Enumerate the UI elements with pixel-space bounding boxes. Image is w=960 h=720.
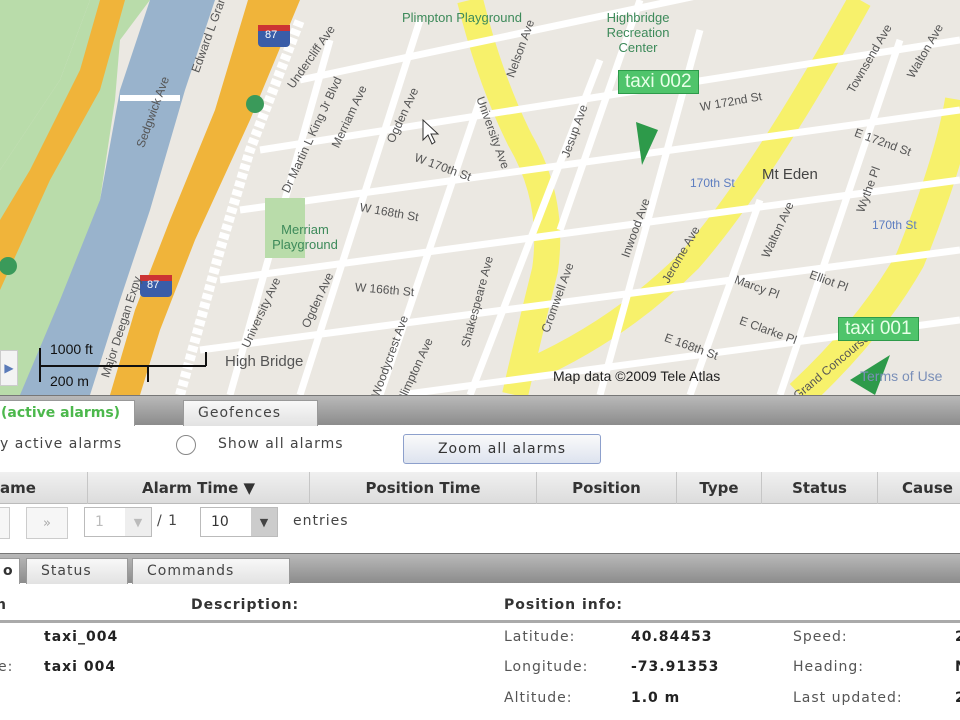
- details-header: n: [0, 597, 7, 613]
- column-position-time[interactable]: Position Time: [310, 472, 537, 504]
- detail-tab-bar: o Status Commands: [0, 553, 960, 584]
- scale-feet: 1000 ft: [50, 341, 93, 357]
- map-copyright: Map data ©2009 Tele Atlas: [553, 368, 721, 384]
- device-name-value: taxi 004: [44, 659, 117, 675]
- last-updated-label: Last updated:: [793, 690, 903, 706]
- altitude-value: 1.0 m: [631, 690, 681, 706]
- page-size-value: 10: [211, 514, 229, 530]
- previous-page-button[interactable]: [0, 507, 10, 539]
- longitude-label: Longitude:: [504, 659, 589, 675]
- pan-right-button[interactable]: ▶: [0, 350, 18, 386]
- tab-status[interactable]: Status: [26, 558, 128, 584]
- chevron-down-icon: ▼: [125, 508, 151, 536]
- last-updated-value: 2: [955, 690, 960, 706]
- taxi-marker-label[interactable]: taxi 002: [618, 70, 699, 94]
- mouse-cursor-icon: [422, 118, 440, 145]
- map-label: High Bridge: [225, 353, 304, 370]
- speed-label: Speed:: [793, 629, 848, 645]
- entries-label: entries: [293, 513, 349, 529]
- interstate-shield-icon: 87: [147, 279, 160, 291]
- column-alarm-time[interactable]: Alarm Time ▼: [88, 472, 310, 504]
- description-header: Description:: [191, 597, 300, 613]
- taxi-marker-label[interactable]: taxi 001: [838, 317, 919, 341]
- map-scale: 1000 ft 200 m: [38, 338, 208, 389]
- terms-link[interactable]: Terms of Use: [860, 368, 942, 384]
- map-label: Mt Eden: [762, 166, 818, 183]
- column-name[interactable]: ame: [0, 472, 88, 504]
- tab-info[interactable]: o: [0, 558, 20, 584]
- tab-alarms[interactable]: (active alarms): [0, 400, 136, 426]
- latitude-label: Latitude:: [504, 629, 576, 645]
- map-label: 170th St: [690, 176, 735, 190]
- last-page-button[interactable]: »: [26, 507, 68, 539]
- map-label: 170th St: [872, 218, 917, 232]
- map-label: Plimpton Playground: [402, 10, 522, 25]
- alarm-tab-bar: (active alarms) Geofences: [0, 395, 960, 426]
- page-total: / 1: [157, 513, 179, 529]
- map-label: Merriam Playground: [272, 222, 338, 252]
- position-info-header: Position info:: [504, 597, 624, 613]
- column-cause[interactable]: Cause: [878, 472, 960, 504]
- scale-meters: 200 m: [50, 373, 89, 389]
- page-value: 1: [95, 514, 104, 530]
- heading-label: Heading:: [793, 659, 864, 675]
- speed-value: 2: [955, 629, 960, 645]
- divider: [0, 620, 960, 623]
- arrow-right-icon: ▶: [4, 361, 14, 375]
- only-active-alarms-label[interactable]: y active alarms: [0, 436, 122, 452]
- alarms-table-header: ame Alarm Time ▼ Position Time Position …: [0, 472, 960, 504]
- interstate-shield-icon: 87: [265, 29, 278, 41]
- show-all-alarms-label[interactable]: Show all alarms: [218, 436, 344, 452]
- altitude-label: Altitude:: [504, 690, 573, 706]
- page-select[interactable]: 1 ▼: [84, 507, 152, 537]
- column-position[interactable]: Position: [537, 472, 677, 504]
- column-status[interactable]: Status: [762, 472, 878, 504]
- device-name-label: e:: [0, 659, 14, 675]
- device-id-value: taxi_004: [44, 629, 119, 645]
- tab-commands[interactable]: Commands: [132, 558, 290, 584]
- map-label: Highbridge Recreation Center: [606, 10, 670, 55]
- page-size-select[interactable]: 10 ▼: [200, 507, 278, 537]
- map[interactable]: Plimpton Playground Highbridge Recreatio…: [0, 0, 960, 395]
- zoom-all-alarms-button[interactable]: Zoom all alarms: [403, 434, 601, 464]
- map-roads: [0, 0, 960, 395]
- latitude-value: 40.84453: [631, 629, 713, 645]
- tab-geofences[interactable]: Geofences: [183, 400, 318, 426]
- heading-value: N: [955, 659, 960, 675]
- show-all-alarms-radio[interactable]: [176, 435, 196, 455]
- column-type[interactable]: Type: [677, 472, 762, 504]
- chevron-down-icon: ▼: [251, 508, 277, 536]
- longitude-value: -73.91353: [631, 659, 720, 675]
